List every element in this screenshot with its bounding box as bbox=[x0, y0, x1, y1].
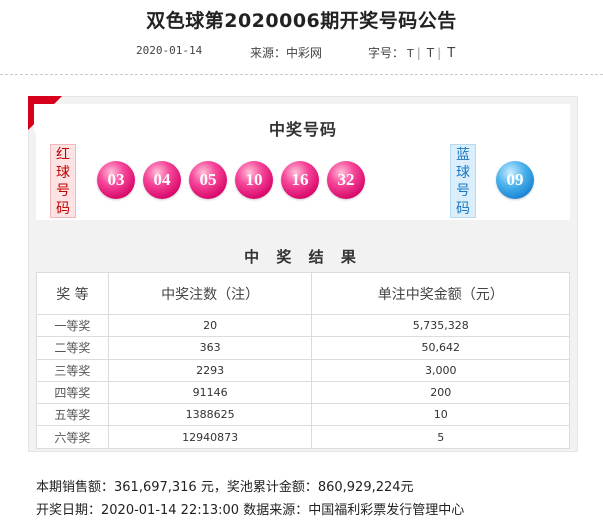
blue-ball-label: 蓝 球 号 码 bbox=[450, 144, 476, 218]
cell-count: 12940873 bbox=[107, 425, 313, 449]
font-separator: | bbox=[437, 46, 442, 60]
label-char: 蓝 bbox=[456, 147, 470, 163]
winning-numbers-heading: 中奖号码 bbox=[268, 120, 337, 139]
label-char: 号 bbox=[56, 183, 70, 199]
page-title: 双色球第2020006期开奖号码公告 bbox=[146, 10, 457, 32]
red-ball: 04 bbox=[143, 161, 181, 199]
label-char: 码 bbox=[456, 201, 470, 217]
label-char: 球 bbox=[56, 165, 70, 181]
label-char: 号 bbox=[456, 183, 470, 199]
table-row: 四等奖 91146 200 bbox=[36, 380, 570, 405]
red-ball: 32 bbox=[327, 161, 365, 199]
table-row: 一等奖 20 5,735,328 bbox=[36, 313, 570, 338]
prize-table: 奖 等 中奖注数（注） 单注中奖金额（元） 一等奖 20 5,735,328 二等奖 3… bbox=[36, 272, 570, 449]
cell-count: 20 bbox=[107, 313, 313, 338]
font-size-label: 字号： bbox=[368, 46, 405, 60]
column-header-rank: 奖 等 bbox=[36, 272, 109, 315]
cell-count: 2293 bbox=[107, 358, 313, 382]
cell-rank: 五等奖 bbox=[36, 403, 109, 427]
column-header-amount: 单注中奖金额（元） bbox=[311, 272, 570, 315]
red-ball: 05 bbox=[189, 161, 227, 199]
cell-amount: 50,642 bbox=[311, 336, 570, 360]
cell-count: 1388625 bbox=[107, 403, 313, 427]
blue-ball: 09 bbox=[496, 161, 534, 199]
cell-amount: 10 bbox=[311, 403, 570, 427]
cell-amount: 5,735,328 bbox=[311, 313, 570, 338]
table-row: 五等奖 1388625 10 bbox=[36, 403, 570, 427]
cell-rank: 二等奖 bbox=[36, 336, 109, 360]
font-size-controls: 字号： T | T | T bbox=[368, 44, 455, 61]
font-separator: | bbox=[416, 46, 421, 60]
cell-rank: 一等奖 bbox=[36, 313, 109, 338]
font-small-button[interactable]: T bbox=[407, 47, 414, 60]
table-header-row: 奖 等 中奖注数（注） 单注中奖金额（元） bbox=[36, 272, 570, 315]
red-ball-label: 红 球 号 码 bbox=[50, 144, 76, 218]
cell-amount: 5 bbox=[311, 425, 570, 449]
red-ball: 10 bbox=[235, 161, 273, 199]
cell-count: 91146 bbox=[107, 380, 313, 405]
table-row: 六等奖 12940873 5 bbox=[36, 425, 570, 449]
results-heading: 中 奖 结 果 bbox=[244, 248, 362, 266]
cell-amount: 3,000 bbox=[311, 358, 570, 382]
cell-count: 363 bbox=[107, 336, 313, 360]
column-header-count: 中奖注数（注） bbox=[107, 272, 313, 315]
red-ball: 16 bbox=[281, 161, 319, 199]
prize-table-body: 一等奖 20 5,735,328 二等奖 363 50,642 三等奖 2293 3,000 四等… bbox=[36, 313, 570, 449]
label-char: 球 bbox=[456, 165, 470, 181]
label-char: 红 bbox=[56, 147, 70, 163]
draw-info: 开奖日期：2020-01-14 22:13:00 数据来源：中国福利彩票发行管理… bbox=[36, 503, 465, 518]
source-text: 来源：中彩网 bbox=[250, 46, 323, 60]
font-large-button[interactable]: T bbox=[447, 46, 455, 61]
publish-date: 2020-01-14 bbox=[136, 44, 203, 57]
font-medium-button[interactable]: T bbox=[427, 46, 434, 60]
dashed-divider bbox=[0, 74, 603, 75]
table-row: 二等奖 363 50,642 bbox=[36, 336, 570, 360]
red-ball: 03 bbox=[97, 161, 135, 199]
label-char: 码 bbox=[56, 201, 70, 217]
cell-rank: 六等奖 bbox=[36, 425, 109, 449]
sales-summary: 本期销售额：361,697,316 元，奖池累计金额：860,929,224元 bbox=[36, 480, 414, 495]
cell-rank: 四等奖 bbox=[36, 380, 109, 405]
cell-amount: 200 bbox=[311, 380, 570, 405]
table-row: 三等奖 2293 3,000 bbox=[36, 358, 570, 382]
cell-rank: 三等奖 bbox=[36, 358, 109, 382]
